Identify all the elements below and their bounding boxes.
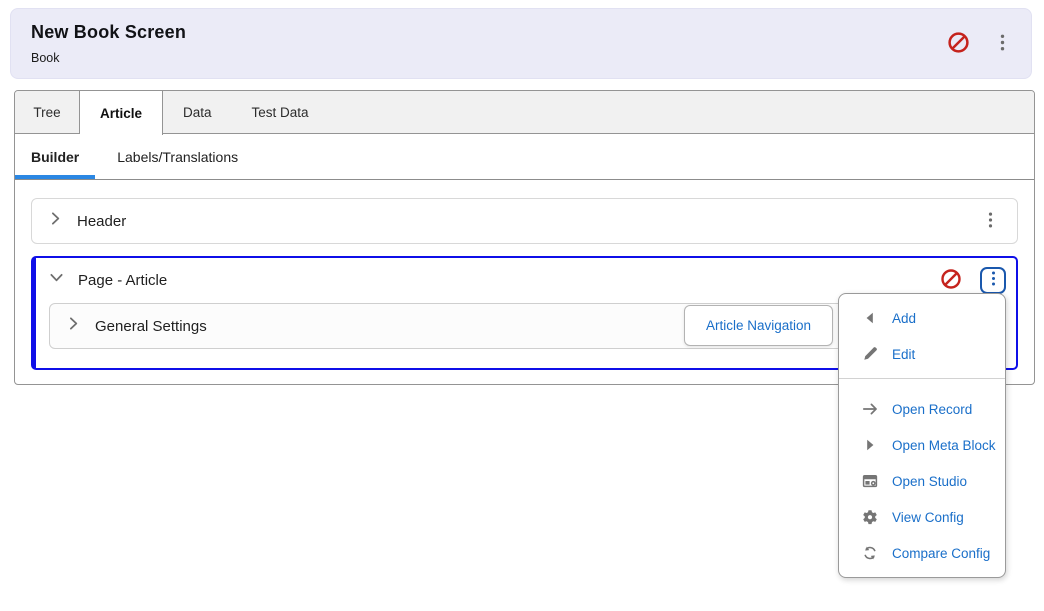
- chevron-right-icon[interactable]: [48, 211, 63, 231]
- section-header-row[interactable]: Header: [31, 198, 1018, 244]
- chevron-down-icon[interactable]: [49, 270, 64, 290]
- tab-label: Data: [183, 104, 212, 120]
- section-label: General Settings: [95, 317, 207, 335]
- compare-icon: [861, 545, 879, 561]
- tab-label: Tree: [33, 104, 61, 120]
- header-kebab-menu-button[interactable]: [977, 208, 1003, 234]
- menu-item-view-config[interactable]: View Config: [839, 499, 1005, 535]
- menu-item-compare-config[interactable]: Compare Config: [839, 535, 1005, 571]
- gear-icon: [861, 509, 879, 525]
- banner-kebab-menu-button[interactable]: [989, 31, 1015, 57]
- subtab-labels-translations[interactable]: Labels/Translations: [117, 149, 238, 165]
- menu-item-label: Open Studio: [892, 473, 968, 489]
- tab-tree[interactable]: Tree: [15, 91, 80, 133]
- article-navigation-button[interactable]: Article Navigation: [684, 305, 833, 346]
- subtab-builder[interactable]: Builder: [31, 149, 79, 165]
- section-label: Page - Article: [78, 271, 168, 289]
- kebab-icon: [1000, 34, 1005, 54]
- page-kebab-menu-button-active[interactable]: [980, 266, 1006, 294]
- page-deactivate-button[interactable]: [938, 267, 964, 293]
- ban-icon: [940, 268, 962, 293]
- menu-item-add[interactable]: Add: [839, 300, 1005, 336]
- menu-item-label: Open Record: [892, 401, 973, 417]
- menu-divider: [839, 378, 1005, 379]
- main-tabbar: Tree Article Data Test Data: [15, 91, 1034, 135]
- tab-test-data[interactable]: Test Data: [232, 91, 329, 133]
- menu-item-label: Add: [892, 310, 917, 326]
- section-label: Header: [77, 212, 127, 230]
- menu-item-open-record[interactable]: Open Record: [839, 391, 1005, 427]
- app-screen: New Book Screen Book Tree Article Data T…: [0, 0, 1044, 611]
- active-subtab-underline: [15, 175, 95, 179]
- menu-item-label: Compare Config: [892, 545, 991, 561]
- deactivate-button[interactable]: [945, 31, 971, 57]
- page-title: New Book Screen: [31, 22, 187, 42]
- tab-data[interactable]: Data: [163, 91, 232, 133]
- tab-article[interactable]: Article: [80, 91, 163, 135]
- triangle-right-icon: [861, 437, 879, 453]
- tab-label: Article: [99, 105, 143, 121]
- ban-icon: [947, 31, 970, 57]
- triangle-left-icon: [861, 310, 879, 326]
- banner-actions: [945, 9, 1015, 78]
- tab-label: Test Data: [251, 104, 309, 120]
- menu-item-label: View Config: [892, 509, 964, 525]
- page-subtitle: Book: [31, 51, 60, 65]
- context-menu: Add Edit Open Record Open Meta Block Ope…: [838, 293, 1006, 578]
- chevron-right-icon[interactable]: [66, 316, 81, 336]
- menu-item-label: Open Meta Block: [892, 437, 996, 453]
- menu-item-open-meta-block[interactable]: Open Meta Block: [839, 427, 1005, 463]
- menu-item-open-studio[interactable]: Open Studio: [839, 463, 1005, 499]
- pencil-icon: [861, 346, 879, 362]
- record-banner: New Book Screen Book: [10, 8, 1032, 79]
- kebab-icon: [988, 212, 993, 231]
- menu-item-label: Edit: [892, 346, 916, 362]
- kebab-icon: [991, 271, 996, 289]
- arrow-right-icon: [861, 401, 879, 417]
- studio-icon: [861, 473, 879, 489]
- sub-tabbar: Builder Labels/Translations: [15, 134, 1034, 180]
- menu-item-edit[interactable]: Edit: [839, 336, 1005, 372]
